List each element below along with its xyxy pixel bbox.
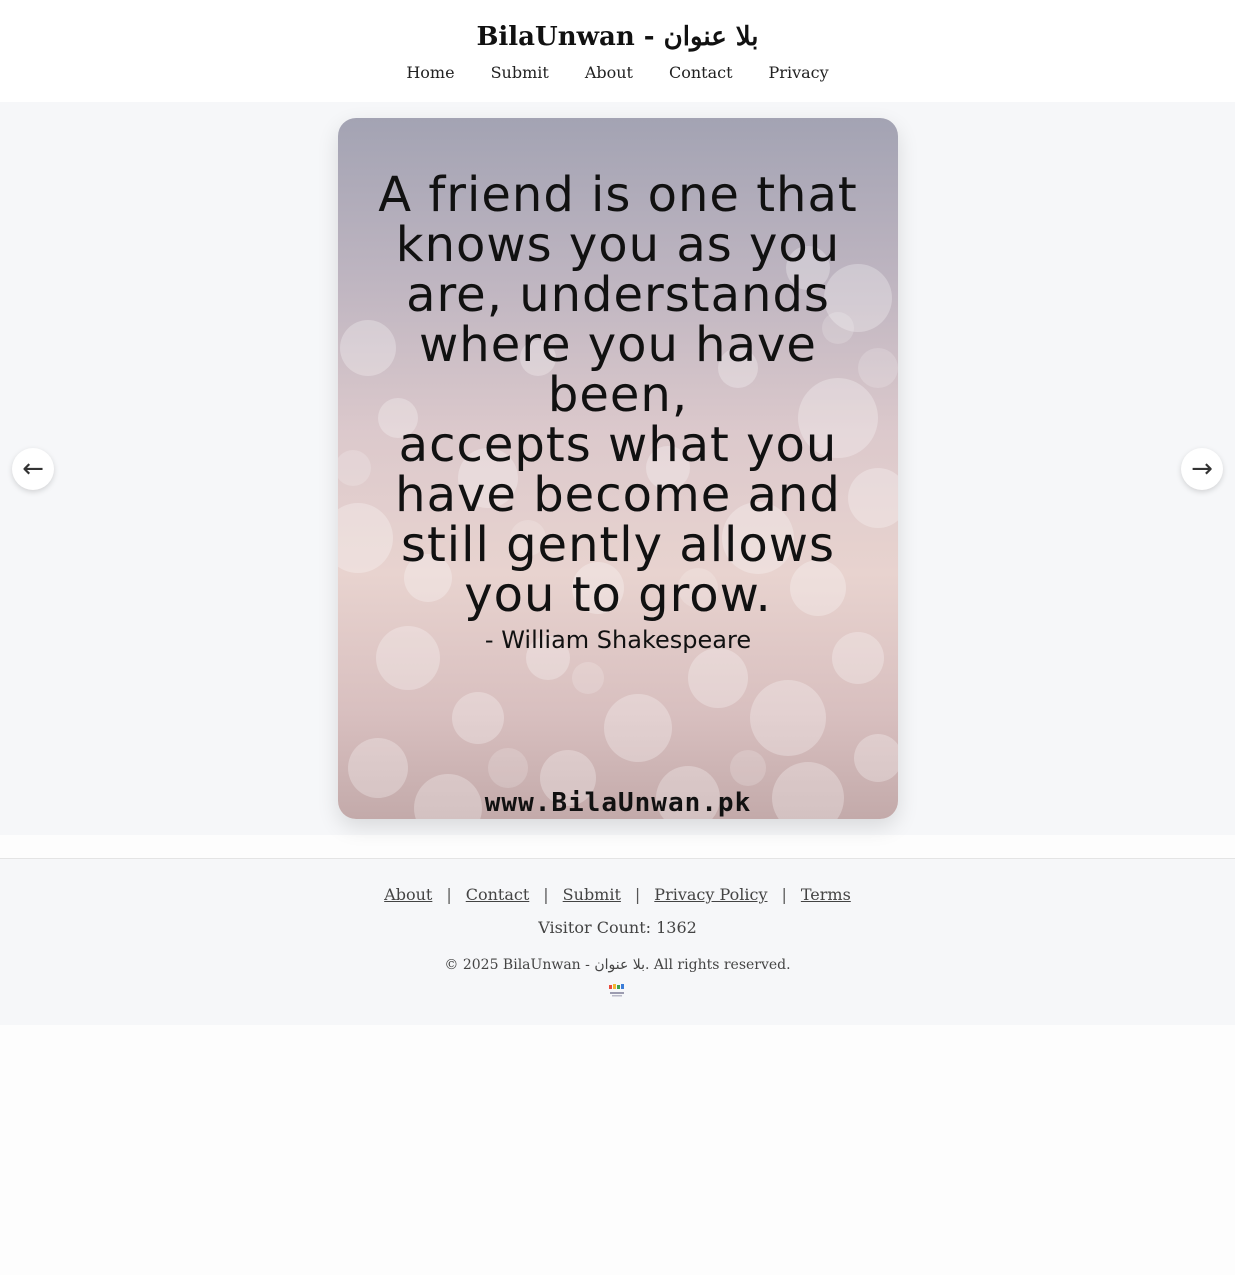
main-nav: Home Submit About Contact Privacy: [0, 62, 1235, 84]
footer-separator: |: [446, 885, 452, 904]
quote-text: A friend is one that knows you as you ar…: [378, 167, 858, 623]
site-logo-icon: [609, 984, 624, 997]
copyright-text: © 2025 BilaUnwan - بلا عنوان. All rights…: [444, 957, 791, 973]
nav-privacy-link[interactable]: Privacy: [769, 62, 829, 84]
footer-about-link[interactable]: About: [384, 885, 432, 904]
site-title[interactable]: BilaUnwan - بلا عنوان: [0, 22, 1235, 52]
footer-links: About | Contact | Submit | Privacy Polic…: [0, 885, 1235, 904]
nav-contact-link[interactable]: Contact: [669, 62, 733, 84]
footer-separator: |: [781, 885, 787, 904]
footer-separator: |: [634, 885, 641, 904]
visitor-count: Visitor Count: 1362: [538, 918, 697, 937]
footer-contact-link[interactable]: Contact: [466, 885, 530, 904]
quote-slider: A friend is one that knows you as you ar…: [0, 102, 1235, 835]
site-footer: About | Contact | Submit | Privacy Polic…: [0, 858, 1235, 1025]
quote-author: - William Shakespeare: [484, 626, 752, 654]
next-arrow-icon[interactable]: →: [1181, 448, 1223, 490]
nav-about-link[interactable]: About: [585, 62, 633, 84]
quote-image: A friend is one that knows you as you ar…: [338, 118, 898, 819]
footer-privacy-policy-link[interactable]: Privacy Policy: [654, 885, 767, 904]
watermark-url: www.BilaUnwan.pk: [484, 788, 752, 818]
footer-submit-link[interactable]: Submit: [563, 885, 621, 904]
site-header: BilaUnwan - بلا عنوان Home Submit About …: [0, 0, 1235, 102]
footer-separator: |: [543, 885, 549, 904]
footer-terms-link[interactable]: Terms: [801, 885, 851, 904]
nav-home-link[interactable]: Home: [406, 62, 454, 84]
previous-arrow-icon[interactable]: ←: [12, 448, 54, 490]
nav-submit-link[interactable]: Submit: [491, 62, 549, 84]
